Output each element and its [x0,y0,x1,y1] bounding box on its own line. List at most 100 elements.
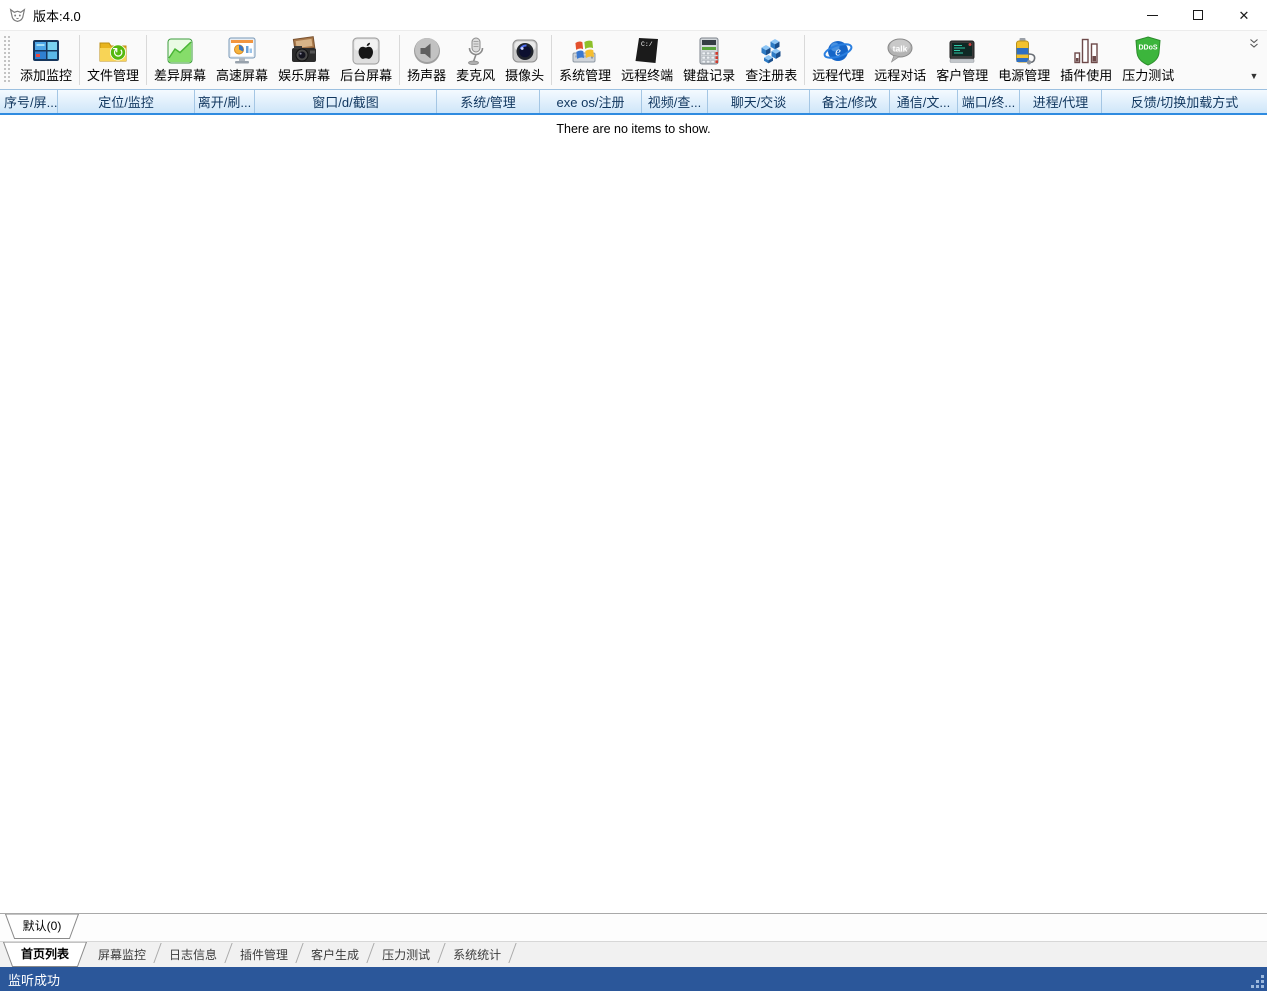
tab-stress-test[interactable]: 压力测试 [371,942,441,966]
toolbar-label: 扬声器 [407,67,446,84]
maximize-button[interactable] [1175,0,1221,30]
toolbar-button-client-manage[interactable]: 客户管理 [931,34,993,85]
header-col-away[interactable]: 离开/刷... [195,90,255,113]
keylogger-icon [693,35,725,67]
stress-test-icon: DDoS [1132,35,1164,67]
chat-icon-text: talk [893,44,908,54]
toolbar-button-remote-terminal[interactable]: C:/ 远程终端 [616,34,678,85]
titlebar: 版本:4.0 ✕ [0,0,1267,30]
tab-system-stats[interactable]: 系统统计 [442,942,512,966]
header-col-remark[interactable]: 备注/修改 [810,90,890,113]
power-manage-icon [1008,35,1040,67]
toolbar-button-keylogger[interactable]: 键盘记录 [678,34,740,85]
maximize-icon [1193,10,1203,20]
tab-client-generate[interactable]: 客户生成 [300,942,370,966]
webcam-icon [509,35,541,67]
header-col-feedback[interactable]: 反馈/切换加载方式 [1102,90,1267,113]
tab-log-info[interactable]: 日志信息 [158,942,228,966]
toolbar-label: 插件使用 [1060,67,1112,84]
header-col-process[interactable]: 进程/代理 [1020,90,1102,113]
toolbar-button-fast-screen[interactable]: 高速屏幕 [211,34,273,85]
toolbar-button-power-manage[interactable]: 电源管理 [993,34,1055,85]
toolbar-separator [551,35,552,85]
toolbar-label: 娱乐屏幕 [278,67,330,84]
toolbar-label: 远程终端 [621,67,673,84]
toolbar-overflow-chevron-icon[interactable] [1248,38,1260,50]
window-controls: ✕ [1129,0,1267,30]
tab-label: 首页列表 [3,942,87,967]
header-col-serial[interactable]: 序号/屏... [0,90,58,113]
app-window: 版本:4.0 ✕ 添加监控 ↻ 文件管理 [0,0,1267,991]
toolbar-overflow: ▼ [1243,34,1265,86]
header-col-exe-os[interactable]: exe os/注册 [540,90,642,113]
toolbar-label: 文件管理 [87,67,139,84]
group-tab-bar: 默认(0) [0,913,1267,941]
toolbar-label: 客户管理 [936,67,988,84]
toolbar-label: 添加监控 [20,67,72,84]
toolbar-label: 高速屏幕 [216,67,268,84]
group-tab-default[interactable]: 默认(0) [5,914,79,939]
toolbar-label: 后台屏幕 [340,67,392,84]
toolbar-separator [399,35,400,85]
registry-icon [755,35,787,67]
minimize-button[interactable] [1129,0,1175,30]
toolbar-button-speaker[interactable]: 扬声器 [402,34,451,85]
diff-screen-icon [164,35,196,67]
toolbar-label: 电源管理 [998,67,1050,84]
toolbar-button-remote-proxy[interactable]: e 远程代理 [807,34,869,85]
speaker-icon [411,35,443,67]
client-list-area[interactable]: There are no items to show. [0,115,1267,913]
group-tab-label: 默认(0) [5,914,79,939]
close-icon: ✕ [1239,9,1250,22]
header-col-port[interactable]: 端口/终... [958,90,1020,113]
plugin-usage-icon [1070,35,1102,67]
ddos-icon-text: DDoS [1139,45,1158,52]
toolbar-button-diff-screen[interactable]: 差异屏幕 [149,34,211,85]
statusbar: 监听成功 [0,967,1267,991]
tab-screen-monitor[interactable]: 屏幕监控 [87,942,157,966]
toolbar-button-remote-chat[interactable]: talk 远程对话 [869,34,931,85]
toolbar-button-fun-screen[interactable]: 娱乐屏幕 [273,34,335,85]
toolbar-gripper[interactable] [4,36,11,84]
toolbar-separator [79,35,80,85]
client-manage-icon [946,35,978,67]
toolbar-label: 键盘记录 [683,67,735,84]
toolbar-button-stress-test[interactable]: DDoS 压力测试 [1117,34,1179,85]
toolbar-label: 远程代理 [812,67,864,84]
tab-home-list[interactable]: 首页列表 [3,942,87,967]
toolbar-button-system-manage[interactable]: 系统管理 [554,34,616,85]
resize-grip[interactable] [1251,975,1267,991]
toolbar-button-webcam[interactable]: 摄像头 [500,34,549,85]
bottom-tab-bar: 首页列表 屏幕监控 日志信息 插件管理 客户生成 压力测试 系统统计 [0,941,1267,967]
file-manager-icon: ↻ [97,35,129,67]
header-col-comm[interactable]: 通信/文... [890,90,958,113]
microphone-icon [460,35,492,67]
toolbar: 添加监控 ↻ 文件管理 差异屏幕 [0,30,1267,89]
toolbar-button-plugin-usage[interactable]: 插件使用 [1055,34,1117,85]
toolbar-label: 摄像头 [505,67,544,84]
header-col-window[interactable]: 窗口/d/截图 [255,90,437,113]
toolbar-label: 远程对话 [874,67,926,84]
proxy-icon-text: e [835,44,841,59]
toolbar-button-microphone[interactable]: 麦克风 [451,34,500,85]
toolbar-label: 差异屏幕 [154,67,206,84]
toolbar-button-add-monitor[interactable]: 添加监控 [15,34,77,85]
header-col-locate[interactable]: 定位/监控 [58,90,195,113]
tab-plugin-manage[interactable]: 插件管理 [229,942,299,966]
toolbar-label: 压力测试 [1122,67,1174,84]
toolbar-dropdown-icon[interactable]: ▼ [1250,72,1259,80]
toolbar-label: 查注册表 [745,67,797,84]
background-screen-icon [350,35,382,67]
header-col-system[interactable]: 系统/管理 [437,90,540,113]
remote-terminal-icon: C:/ [631,35,663,67]
header-col-chat[interactable]: 聊天/交谈 [708,90,810,113]
close-button[interactable]: ✕ [1221,0,1267,30]
fast-screen-icon [226,35,258,67]
toolbar-button-file-manager[interactable]: ↻ 文件管理 [82,34,144,85]
toolbar-button-background-screen[interactable]: 后台屏幕 [335,34,397,85]
toolbar-button-registry[interactable]: 查注册表 [740,34,802,85]
header-col-video[interactable]: 视频/查... [642,90,708,113]
remote-proxy-icon: e [822,35,854,67]
app-icon [9,7,26,24]
fun-screen-icon [288,35,320,67]
